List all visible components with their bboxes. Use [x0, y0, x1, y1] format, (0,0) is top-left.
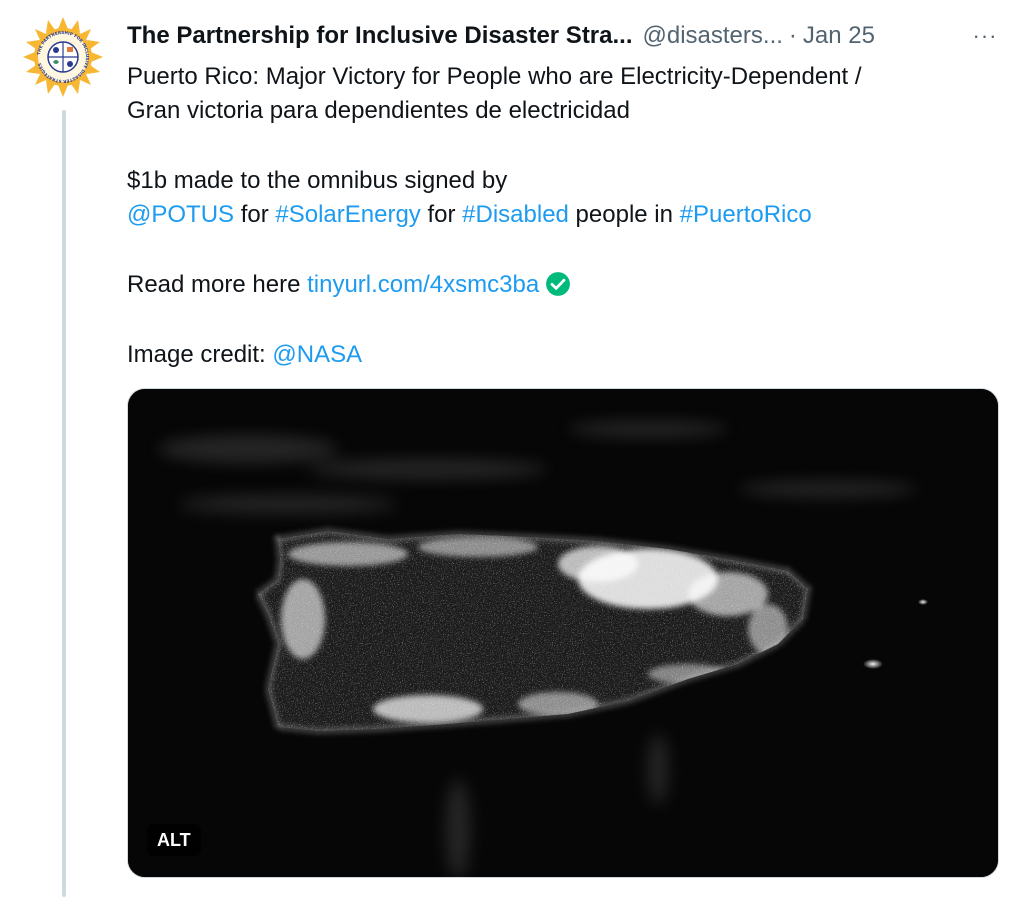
night-satellite-image: [128, 389, 998, 877]
hashtag-solar-energy[interactable]: #SolarEnergy: [275, 201, 420, 228]
tinyurl-link[interactable]: tinyurl.com/4xsmc3ba: [307, 271, 539, 298]
tweet-line-6: Image credit: @NASA: [127, 338, 987, 372]
read-more-text: Read more here: [127, 271, 308, 298]
alt-text-button[interactable]: ALT: [147, 824, 201, 856]
word-for: for: [234, 201, 276, 228]
author-avatar[interactable]: THE PARTNERSHIP FOR INCLUSIVE DISASTER S…: [23, 17, 103, 97]
check-circle-icon: [546, 272, 571, 296]
separator-dot: ·: [788, 22, 797, 49]
hashtag-puerto-rico[interactable]: #PuertoRico: [680, 201, 812, 228]
tweet-media-image[interactable]: ALT: [127, 388, 999, 878]
mention-potus[interactable]: @POTUS: [127, 201, 234, 228]
more-options-button[interactable]: ···: [968, 22, 1002, 50]
tweet-date[interactable]: Jan 25: [803, 22, 875, 50]
more-horizontal-icon: ···: [972, 23, 998, 48]
tweet-line-2: Gran victoria para dependientes de elect…: [127, 97, 630, 124]
tweet-header: The Partnership for Inclusive Disaster S…: [127, 18, 957, 54]
tweet-line-3: $1b made to the omnibus signed by: [127, 167, 508, 194]
word-people-in: people in: [568, 201, 680, 228]
hashtag-disabled[interactable]: #Disabled: [462, 201, 569, 228]
mention-nasa[interactable]: @NASA: [272, 341, 362, 368]
word-for: for: [420, 201, 463, 228]
organization-logo-icon: THE PARTNERSHIP FOR INCLUSIVE DISASTER S…: [23, 17, 103, 97]
tweet-line-4: @POTUS for #SolarEnergy for #Disabled pe…: [127, 198, 987, 232]
tweet[interactable]: THE PARTNERSHIP FOR INCLUSIVE DISASTER S…: [0, 0, 1024, 897]
thread-line: [62, 110, 66, 897]
image-credit-text: Image credit:: [127, 341, 273, 368]
author-name[interactable]: The Partnership for Inclusive Disaster S…: [127, 22, 633, 50]
tweet-text: Puerto Rico: Major Victory for People wh…: [127, 60, 987, 372]
author-handle[interactable]: @disasters...: [643, 22, 783, 50]
tweet-line-1: Puerto Rico: Major Victory for People wh…: [127, 63, 862, 90]
tweet-line-5: Read more here tinyurl.com/4xsmc3ba: [127, 268, 987, 302]
